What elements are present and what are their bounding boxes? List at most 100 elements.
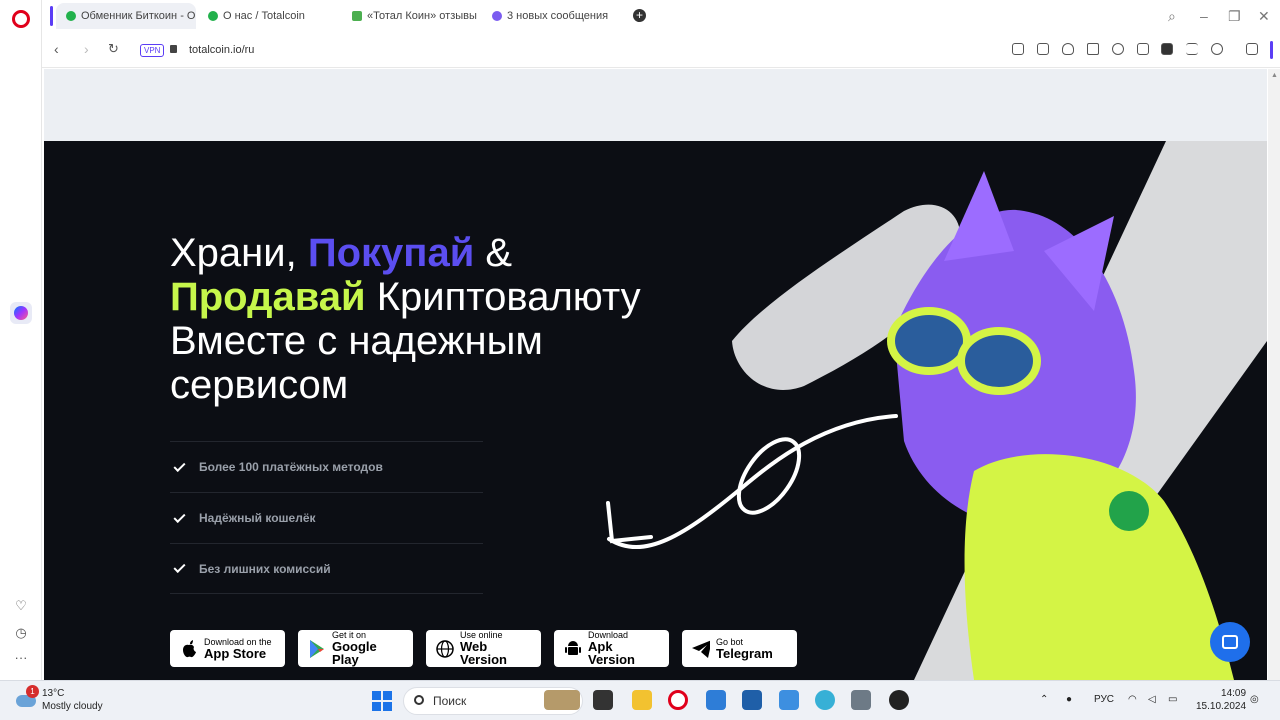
wifi-icon[interactable]: ◠	[1128, 694, 1137, 705]
tab-about[interactable]: О нас / Totalcoin	[198, 3, 338, 29]
more-icon[interactable]: ···	[0, 650, 42, 665]
scroll-up-icon[interactable]: ▲	[1271, 72, 1278, 79]
system-clock[interactable]: 14:09 15.10.2024	[1196, 687, 1246, 713]
feature-label: Без лишних комиссий	[199, 561, 331, 576]
camera-icon[interactable]	[1037, 43, 1049, 55]
web-version-button[interactable]: Use online Web Version	[426, 630, 541, 667]
arrow-line	[607, 414, 898, 549]
vpn-badge[interactable]: VPN	[140, 44, 165, 57]
page-scrollbar[interactable]: ▲	[1268, 69, 1280, 680]
battery-icon[interactable]	[1161, 43, 1173, 55]
arrow-head	[606, 501, 653, 544]
maximize-icon[interactable]: ❐	[1228, 8, 1241, 25]
apk-version-button[interactable]: Download Apk Version	[554, 630, 669, 667]
heading-text: Криптовалюту	[365, 275, 641, 319]
microphone-icon[interactable]: ●	[1066, 694, 1072, 705]
shield-icon[interactable]	[1062, 43, 1074, 55]
windows-taskbar: 1 13°C Mostly cloudy Поиск ⌃ ● РУС ◠ ◁ ▭…	[0, 680, 1280, 720]
search-tabs-icon[interactable]: ⌕	[1168, 8, 1176, 25]
tab-exchanger[interactable]: Обменник Биткоин - Обм	[56, 3, 196, 29]
tab-label: О нас / Totalcoin	[223, 10, 305, 22]
opera-taskbar-icon[interactable]	[668, 690, 688, 710]
heart-icon[interactable]: ♡	[0, 598, 42, 614]
chevron-up-icon[interactable]: ⌃	[1040, 694, 1048, 705]
notification-bell-icon[interactable]: ◎	[1250, 694, 1259, 705]
app-store-button[interactable]: Download on the App Store	[170, 630, 285, 667]
edit-icon[interactable]	[1012, 43, 1024, 55]
android-icon	[564, 640, 582, 658]
play-icon[interactable]	[1087, 43, 1099, 55]
forward-icon[interactable]: ›	[84, 41, 89, 57]
tab-bar: Обменник Биткоин - Обм О нас / Totalcoin…	[42, 0, 1280, 32]
google-play-button[interactable]: Get it on Google Play	[298, 630, 413, 667]
opera-logo-icon[interactable]	[12, 10, 30, 28]
minimize-icon[interactable]: –	[1200, 8, 1208, 24]
telegram-button[interactable]: Go bot Telegram	[682, 630, 797, 667]
tab-label: Обменник Биткоин - Обм	[81, 10, 196, 22]
feature-list: Более 100 платёжных методов Надёжный кош…	[170, 441, 483, 594]
heart-icon[interactable]	[1112, 43, 1124, 55]
messenger-icon[interactable]	[10, 302, 32, 324]
feature-label: Надёжный кошелёк	[199, 511, 316, 525]
language-indicator[interactable]: РУС	[1094, 694, 1114, 705]
notepad-icon[interactable]	[706, 690, 726, 710]
goggle-right	[957, 327, 1041, 395]
heading-text: Храни,	[170, 231, 308, 275]
chat-icon	[1222, 635, 1238, 649]
edge-icon[interactable]	[815, 690, 835, 710]
tab-reviews[interactable]: «Тотал Коин» отзывы о п	[342, 3, 480, 29]
weather-widget[interactable]: 13°C Mostly cloudy	[42, 687, 103, 713]
address-bar: ‹ › ↻ VPN totalcoin.io/ru	[42, 32, 1280, 68]
clock-date: 15.10.2024	[1196, 701, 1247, 712]
google-play-icon	[308, 639, 326, 658]
tab-messages[interactable]: 3 новых сообщения	[482, 3, 632, 29]
hero-section: Храни, Покупай & Продавай Криптовалюту В…	[44, 141, 1267, 680]
extensions-icon[interactable]	[1246, 43, 1258, 55]
jacket-logo	[1109, 491, 1149, 531]
weather-label: Mostly cloudy	[42, 701, 103, 712]
close-icon[interactable]: ✕	[1258, 8, 1270, 25]
new-tab-button[interactable]: +	[633, 9, 646, 22]
notification-badge: 1	[26, 685, 39, 698]
heading-text: Вместе с надежным	[170, 319, 543, 363]
store-big-label: App Store	[204, 645, 267, 661]
check-icon	[173, 510, 186, 523]
search-highlight-image[interactable]	[544, 690, 580, 710]
hero-artwork	[606, 141, 1267, 680]
reload-icon[interactable]: ↻	[108, 41, 119, 57]
fox-jacket	[964, 454, 1234, 680]
chat-support-button[interactable]	[1210, 622, 1250, 662]
lock-icon[interactable]	[170, 45, 177, 53]
heading-highlight-buy: Покупай	[307, 231, 475, 275]
search-icon	[414, 695, 424, 705]
battery-tray-icon[interactable]: ▭	[1168, 694, 1177, 705]
globe-icon	[436, 639, 454, 658]
photos-icon[interactable]	[779, 690, 799, 710]
feature-item: Надёжный кошелёк	[170, 492, 483, 543]
profile-icon[interactable]	[1211, 43, 1223, 55]
active-tab-marker	[50, 6, 53, 26]
history-icon[interactable]: ◷	[0, 625, 42, 641]
heading-highlight-sell: Продавай	[170, 275, 366, 319]
task-view-icon[interactable]	[593, 690, 613, 710]
url-field[interactable]: totalcoin.io/ru	[189, 44, 254, 56]
hero-heading: Храни, Покупай & Продавай Криптовалюту В…	[170, 231, 641, 407]
download-icon[interactable]	[1137, 43, 1149, 55]
opera-sidebar: ♡ ◷ ···	[0, 0, 42, 680]
back-icon[interactable]: ‹	[54, 41, 59, 57]
store-big-label: Google Play	[332, 639, 377, 667]
feature-label: Более 100 платёжных методов	[199, 460, 383, 474]
calculator-icon[interactable]	[851, 690, 871, 710]
feature-item: Более 100 платёжных методов	[170, 441, 483, 492]
check-icon	[173, 560, 186, 574]
windows-start-icon[interactable]	[372, 691, 392, 711]
store-buttons: Download on the App Store Get it on Google…	[170, 630, 797, 667]
volume-icon[interactable]: ◁	[1148, 694, 1156, 705]
check-icon	[173, 459, 186, 472]
tab-label: «Тотал Коин» отзывы о п	[367, 10, 480, 22]
file-explorer-icon[interactable]	[632, 690, 652, 710]
chrome-app-icon[interactable]	[889, 690, 909, 710]
store-app-icon[interactable]	[742, 690, 762, 710]
search-placeholder: Поиск	[433, 694, 467, 708]
menu-icon[interactable]	[1186, 43, 1198, 55]
